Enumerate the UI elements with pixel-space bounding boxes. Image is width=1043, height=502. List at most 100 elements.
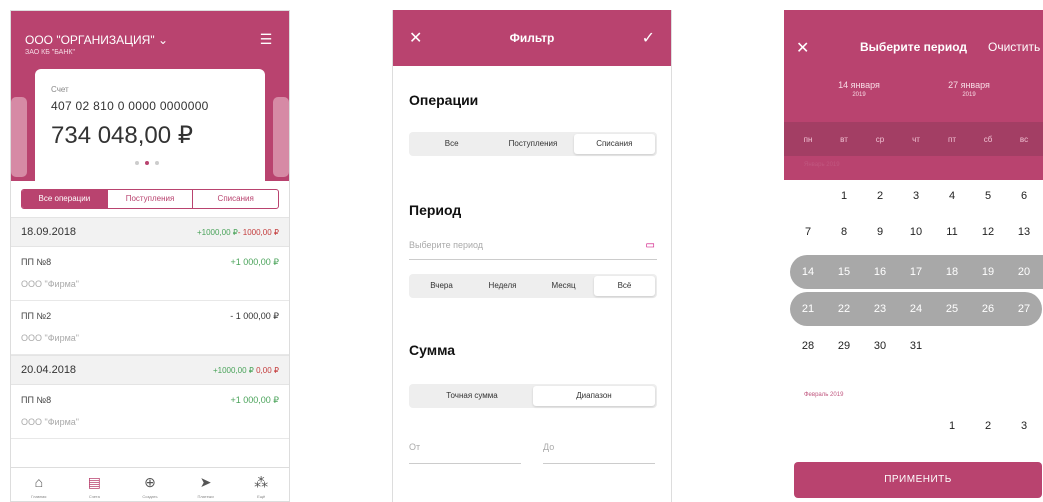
- calendar-day[interactable]: 3: [1006, 410, 1042, 442]
- calendar-title: Выберите период: [860, 40, 968, 54]
- org-selector[interactable]: ООО "ОРГАНИЗАЦИЯ" ⌄: [25, 33, 168, 47]
- option-all-time[interactable]: Всё: [594, 276, 655, 296]
- calendar-day[interactable]: 9: [862, 216, 898, 248]
- nav-payments[interactable]: ➤ Платежи: [178, 468, 234, 501]
- nav-home[interactable]: ⌂ Главная: [11, 468, 67, 501]
- option-incoming[interactable]: Поступления: [492, 134, 573, 154]
- tab-incoming[interactable]: Поступления: [106, 190, 193, 208]
- nav-accounts[interactable]: ▤ Счета: [67, 468, 123, 501]
- close-icon[interactable]: ✕: [409, 28, 422, 48]
- calendar-day[interactable]: 28: [790, 330, 826, 362]
- calendar-day[interactable]: 21: [790, 293, 826, 325]
- tab-outgoing[interactable]: Списания: [192, 190, 278, 208]
- calendar-day[interactable]: 18: [934, 256, 970, 288]
- option-exact-sum[interactable]: Точная сумма: [411, 386, 533, 406]
- calendar-day[interactable]: 25: [934, 293, 970, 325]
- weekday: чт: [912, 134, 920, 144]
- option-month[interactable]: Месяц: [533, 276, 594, 296]
- calendar-day[interactable]: 26: [970, 293, 1006, 325]
- calendar-day[interactable]: 3: [898, 180, 934, 212]
- to-date[interactable]: 27 января 2019: [934, 80, 1004, 98]
- from-date-label: 14 января: [838, 80, 880, 90]
- to-year-label: 2019: [962, 92, 976, 98]
- filter-header: ✕ Фильтр ✓: [393, 10, 671, 66]
- operation-counterparty: ООО "Фирма": [21, 279, 79, 289]
- option-range[interactable]: Диапазон: [533, 386, 655, 406]
- week-row: 28 29 30 31: [790, 330, 1042, 362]
- calendar-day[interactable]: 23: [862, 293, 898, 325]
- to-field[interactable]: До: [543, 442, 655, 464]
- calendar-day: [934, 330, 970, 362]
- calendar-day[interactable]: 6: [1006, 180, 1042, 212]
- option-week[interactable]: Неделя: [472, 276, 533, 296]
- calendar-day: [790, 180, 826, 212]
- operation-title: ПП №2: [21, 311, 52, 321]
- calendar-day[interactable]: 13: [1006, 216, 1042, 248]
- option-outgoing[interactable]: Списания: [573, 134, 655, 154]
- calendar-day[interactable]: 22: [826, 293, 862, 325]
- calendar-day[interactable]: 4: [934, 180, 970, 212]
- calendar-day[interactable]: 2: [970, 410, 1006, 442]
- close-icon[interactable]: ✕: [796, 38, 809, 58]
- group-sums: +1000,00 ₽- 1000,00 ₽: [197, 228, 279, 237]
- calendar-day[interactable]: 24: [898, 293, 934, 325]
- bottom-nav: ⌂ Главная ▤ Счета ⊕ Создать ➤ Платежи ⁂ Ещё: [11, 467, 289, 501]
- calendar-day: [1006, 330, 1042, 362]
- calendar-screen: ✕ Выберите период Очистить 14 января 2019…: [784, 10, 1043, 502]
- calendar-day[interactable]: 1: [826, 180, 862, 212]
- calendar-day[interactable]: 7: [790, 216, 826, 248]
- operations-segment: Все Поступления Списания: [409, 132, 657, 156]
- operation-row[interactable]: ПП №8 ООО "Фирма" +1 000,00 ₽: [11, 247, 289, 301]
- calendar-day[interactable]: 12: [970, 216, 1006, 248]
- operation-row[interactable]: ПП №2 ООО "Фирма" - 1 000,00 ₽: [11, 301, 289, 355]
- next-card[interactable]: [273, 97, 289, 177]
- calendar-day[interactable]: 16: [862, 256, 898, 288]
- calendar-day[interactable]: 29: [826, 330, 862, 362]
- account-card[interactable]: Счет 407 02 810 0 0000 0000000 734 048,0…: [35, 69, 265, 181]
- calendar-day[interactable]: 14: [790, 256, 826, 288]
- account-balance: 734 048,00 ₽: [51, 122, 194, 149]
- calendar-day[interactable]: 20: [1006, 256, 1042, 288]
- calendar-day[interactable]: 31: [898, 330, 934, 362]
- nav-label: Платежи: [197, 494, 214, 499]
- plus-circle-icon: ⊕: [144, 474, 156, 490]
- option-yesterday[interactable]: Вчера: [411, 276, 472, 296]
- group-sum-in: +1000,00 ₽: [212, 365, 254, 375]
- nav-more[interactable]: ⁂ Ещё: [233, 468, 289, 501]
- apply-button[interactable]: ПРИМЕНИТЬ: [794, 462, 1042, 498]
- calendar-day[interactable]: 17: [898, 256, 934, 288]
- clear-button[interactable]: Очистить: [988, 40, 1040, 54]
- calendar-day[interactable]: 15: [826, 256, 862, 288]
- from-field[interactable]: От: [409, 442, 521, 464]
- date-group-header: 18.09.2018 +1000,00 ₽- 1000,00 ₽: [11, 217, 289, 247]
- calendar-day[interactable]: 19: [970, 256, 1006, 288]
- weekday: вс: [1019, 134, 1029, 144]
- period-placeholder: Выберите период: [409, 240, 484, 250]
- from-date[interactable]: 14 января 2019: [824, 80, 894, 98]
- week-row: 123: [790, 410, 1042, 442]
- operation-row[interactable]: ПП №8 ООО "Фирма" +1 000,00 ₽: [11, 385, 289, 439]
- prev-card[interactable]: [11, 97, 27, 177]
- calendar-day[interactable]: 1: [934, 410, 970, 442]
- period-heading: Период: [409, 202, 462, 218]
- option-all[interactable]: Все: [411, 134, 492, 154]
- sum-heading: Сумма: [409, 342, 456, 358]
- operation-amount: - 1 000,00 ₽: [230, 311, 279, 321]
- calendar-day[interactable]: 10: [898, 216, 934, 248]
- calendar-day[interactable]: 11: [934, 216, 970, 248]
- calendar-day[interactable]: 30: [862, 330, 898, 362]
- calendar-day[interactable]: 2: [862, 180, 898, 212]
- period-field[interactable]: Выберите период ▭: [409, 236, 657, 260]
- calendar-day[interactable]: 5: [970, 180, 1006, 212]
- send-icon: ➤: [199, 474, 212, 490]
- check-icon[interactable]: ✓: [642, 28, 655, 48]
- nav-create[interactable]: ⊕ Создать: [122, 468, 178, 501]
- calendar-day[interactable]: 27: [1006, 293, 1042, 325]
- calendar-icon[interactable]: ▭: [646, 240, 655, 251]
- filter-icon[interactable]: ☰: [257, 31, 275, 47]
- account-label: Счет: [51, 85, 69, 94]
- to-date-label: 27 января: [948, 80, 990, 90]
- calendar-day[interactable]: 8: [826, 216, 862, 248]
- tab-all[interactable]: Все операции: [22, 190, 107, 208]
- calendar-day: [862, 410, 898, 442]
